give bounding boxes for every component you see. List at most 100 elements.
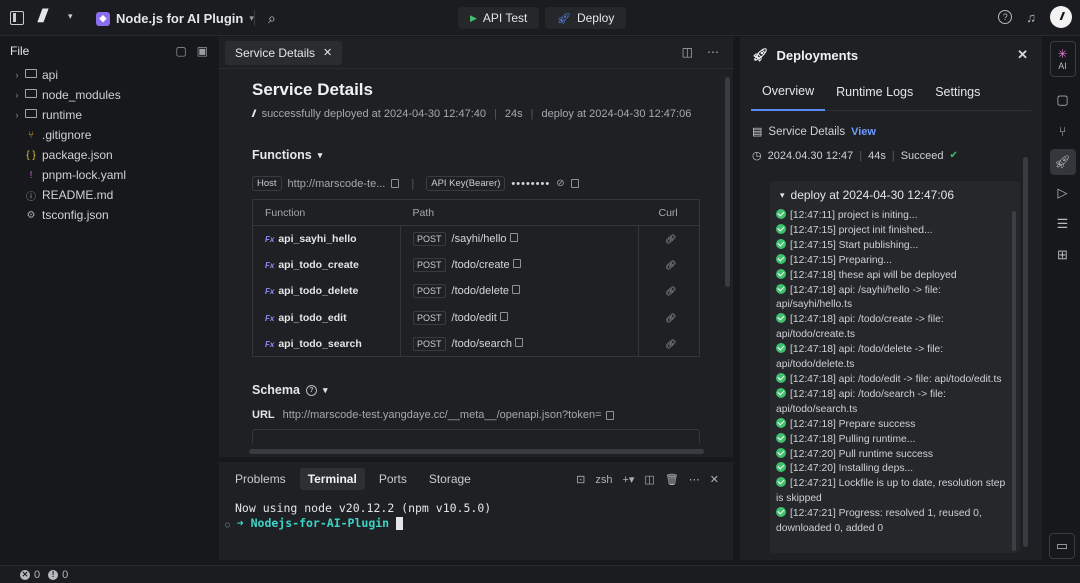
clock-icon: ◷ (752, 150, 762, 162)
sidebar-item-api[interactable]: › api (0, 65, 218, 85)
trash-icon[interactable]: 🗑︎ (665, 473, 679, 486)
chevron-right-icon: › (15, 110, 19, 120)
git-branch-icon[interactable]: ⑂ (1050, 118, 1076, 144)
link-icon[interactable]: 🔗︎ (665, 234, 676, 244)
tab-service-details[interactable]: Service Details ✕ (225, 40, 343, 65)
host-label: Host (252, 176, 282, 191)
error-icon[interactable]: ✕ (20, 569, 30, 580)
api-test-label: API Test (482, 11, 528, 25)
log-text: [12:47:21] Progress: resolved 1, reused … (776, 508, 982, 535)
tab-ports[interactable]: Ports (371, 468, 415, 490)
panel-toggle-icon[interactable]: ▭ (1049, 533, 1075, 559)
split-terminal-icon[interactable]: ◫ (644, 473, 654, 486)
database-icon[interactable]: ☰ (1050, 211, 1076, 237)
deploy-button[interactable]: 🚀︎ Deploy (545, 7, 627, 29)
deploy-status: successfully deployed at 2024-04-30 12:4… (261, 108, 486, 120)
app-logo[interactable]: /// (38, 6, 47, 27)
sidebar-item-package-json[interactable]: { } package.json (0, 145, 218, 165)
close-icon[interactable]: ✕ (1017, 47, 1028, 63)
link-icon[interactable]: 🔗︎ (665, 286, 676, 296)
terminal-panel: Problems Terminal Ports Storage ⊡ zsh +▾… (219, 462, 733, 560)
search-icon[interactable]: ⌕ (268, 10, 276, 27)
copy-icon[interactable] (570, 179, 579, 188)
link-icon[interactable]: 🔗︎ (665, 260, 676, 270)
play-circle-icon[interactable]: ▷ (1050, 180, 1076, 206)
sidebar-item-node-modules[interactable]: › node_modules (0, 85, 218, 105)
new-file-icon[interactable]: ▢ (175, 44, 186, 58)
copy-icon[interactable] (512, 285, 521, 295)
tab-label: Service Details (235, 45, 316, 60)
terminal-output[interactable]: Now using node v20.12.2 (npm v10.5.0) ○ … (219, 501, 733, 531)
log-text: [12:47:18] Pulling runtime... (790, 433, 916, 445)
log-line: [12:47:18] api: /todo/create -> file: ap… (776, 313, 1012, 343)
warning-icon[interactable]: ! (48, 569, 59, 580)
check-circle-icon (776, 253, 786, 264)
deploy-status: Succeed (900, 149, 944, 162)
copy-icon[interactable] (499, 311, 508, 321)
sidebar-item-pnpm-lock-yaml[interactable]: ! pnpm-lock.yaml (0, 165, 218, 185)
ai-button[interactable]: ✳ AI (1049, 41, 1076, 77)
log-text: [12:47:20] Installing deps... (790, 463, 914, 475)
log-scrollbar[interactable] (1012, 211, 1016, 551)
help-icon[interactable]: ? (998, 10, 1013, 24)
deploy-duration: 24s (504, 108, 523, 120)
sidebar-item-runtime[interactable]: › runtime (0, 105, 218, 125)
panel-scrollbar[interactable] (1023, 157, 1028, 547)
shell-name[interactable]: zsh (595, 474, 612, 486)
split-editor-icon[interactable]: ◫ (682, 45, 693, 59)
close-icon[interactable]: ✕ (323, 46, 332, 59)
column-header: Path (400, 199, 639, 226)
functions-heading[interactable]: Functions ▾ (252, 148, 712, 162)
rocket-icon[interactable]: 🚀︎ (1049, 149, 1076, 175)
new-folder-icon[interactable]: ▣ (197, 44, 208, 58)
tab-storage[interactable]: Storage (421, 468, 479, 490)
document-icon[interactable]: ▢ (1050, 87, 1076, 113)
project-icon: ◆ (96, 11, 110, 26)
sidebar-item-readme-md[interactable]: ⓘ README.md (0, 185, 218, 205)
copy-icon[interactable] (515, 337, 524, 347)
more-icon[interactable]: ⋯ (707, 45, 719, 59)
project-selector[interactable]: ◆ Node.js for AI Plugin ▾ (96, 11, 254, 26)
horizontal-scrollbar[interactable] (249, 449, 704, 454)
more-icon[interactable]: ⋯ (689, 473, 700, 486)
bell-icon[interactable]: ♫ (1026, 10, 1036, 25)
vertical-scrollbar[interactable] (725, 77, 730, 287)
tab-overview[interactable]: Overview (751, 73, 826, 111)
toggle-sidebar-icon[interactable] (10, 11, 24, 25)
add-terminal-icon[interactable]: +▾ (622, 473, 634, 486)
log-line: [12:47:15] project init finished... (776, 223, 1012, 239)
help-icon[interactable]: ? (305, 384, 317, 396)
tab-settings[interactable]: Settings (924, 73, 991, 111)
view-link[interactable]: View (851, 126, 876, 138)
sidebar-item-gitignore[interactable]: ⑂ .gitignore (0, 125, 218, 145)
avatar[interactable]: // (1050, 6, 1072, 28)
eye-off-icon[interactable]: ⊘ (556, 178, 564, 189)
close-icon[interactable]: ✕ (710, 473, 719, 486)
copy-icon[interactable] (605, 410, 614, 420)
rocket-icon: 🚀︎ (752, 47, 769, 62)
chevron-down-icon[interactable]: ▾ (68, 11, 73, 22)
chevron-right-icon: › (15, 90, 19, 100)
tab-problems[interactable]: Problems (227, 468, 294, 490)
page-title: Service Details (252, 80, 373, 99)
terminal-cursor (396, 517, 404, 530)
column-header: Function (252, 199, 401, 226)
copy-icon[interactable] (391, 179, 400, 188)
grid-icon[interactable]: ⊞ (1050, 242, 1076, 268)
sidebar-item-tsconfig-json[interactable]: ⚙ tsconfig.json (0, 205, 218, 225)
tab-runtime-logs[interactable]: Runtime Logs (825, 73, 924, 111)
function-name: api_todo_edit (278, 311, 347, 324)
tab-terminal[interactable]: Terminal (299, 468, 365, 490)
api-test-button[interactable]: ▶ API Test (458, 7, 540, 29)
log-header[interactable]: ▾ deploy at 2024-04-30 12:47:06 (770, 181, 1020, 209)
copy-icon[interactable] (509, 232, 518, 242)
schema-heading[interactable]: Schema ? ▾ (252, 383, 712, 397)
link-icon[interactable]: 🔗︎ (665, 339, 676, 349)
log-line: [12:47:18] Prepare success (776, 417, 1012, 433)
file-label: node_modules (42, 88, 121, 102)
deploy-logo-icon: // (252, 108, 255, 120)
column-header: Curl (638, 199, 700, 226)
link-icon[interactable]: 🔗︎ (665, 313, 676, 323)
copy-icon[interactable] (512, 258, 521, 268)
log-text: [12:47:11] project is initing... (790, 210, 918, 221)
